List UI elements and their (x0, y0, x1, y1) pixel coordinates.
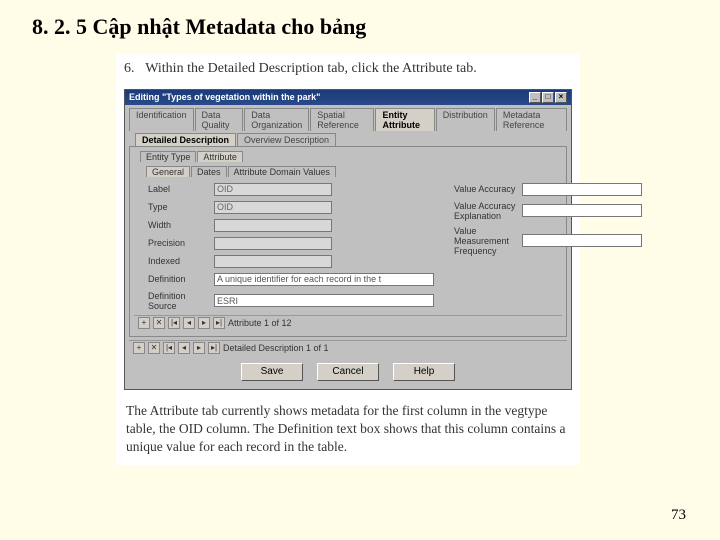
attribute-nav: + ✕ |◂ ◂ ▸ ▸| Attribute 1 of 12 (134, 315, 562, 330)
width-field[interactable] (214, 219, 332, 232)
dialog-title: Editing "Types of vegetation within the … (129, 92, 320, 102)
label-field[interactable] (214, 183, 332, 196)
entity-attribute-tabs: Entity Type Attribute (140, 151, 562, 162)
dialog-titlebar: Editing "Types of vegetation within the … (125, 90, 571, 105)
slide-title: 8. 2. 5 Cập nhật Metadata cho bảng (0, 0, 720, 40)
figure-container: 6. Within the Detailed Description tab, … (116, 54, 580, 465)
tab-attribute-domain-values[interactable]: Attribute Domain Values (228, 166, 336, 177)
tab-entity-attribute[interactable]: Entity Attribute (375, 108, 434, 131)
description-nav: + ✕ |◂ ◂ ▸ ▸| Detailed Description 1 of … (129, 340, 567, 355)
metadata-dialog: Editing "Types of vegetation within the … (124, 89, 572, 390)
dialog-buttons: Save Cancel Help (125, 357, 571, 389)
value-measurement-frequency-field[interactable] (522, 234, 642, 247)
nav-first-icon[interactable]: |◂ (168, 317, 180, 329)
tab-identification[interactable]: Identification (129, 108, 194, 131)
nav2-delete-icon[interactable]: ✕ (148, 342, 160, 354)
minimize-icon[interactable]: _ (529, 92, 541, 103)
attribute-counter: Attribute 1 of 12 (228, 318, 292, 328)
save-button[interactable]: Save (241, 363, 303, 381)
tab-dates[interactable]: Dates (191, 166, 227, 177)
tab-distribution[interactable]: Distribution (436, 108, 495, 131)
nav-prev-icon[interactable]: ◂ (183, 317, 195, 329)
nav-add-icon[interactable]: + (138, 317, 150, 329)
precision-field[interactable] (214, 237, 332, 250)
tab-attribute[interactable]: Attribute (197, 151, 243, 162)
description-counter: Detailed Description 1 of 1 (223, 343, 329, 353)
value-accuracy-field[interactable] (522, 183, 642, 196)
type-field[interactable] (214, 201, 332, 214)
label-precision: Precision (148, 238, 210, 248)
right-column: Value Accuracy Value Accuracy Explanatio… (454, 183, 642, 311)
maximize-icon[interactable]: □ (542, 92, 554, 103)
figure-caption: The Attribute tab currently shows metada… (116, 390, 580, 465)
label-width: Width (148, 220, 210, 230)
label-value-accuracy: Value Accuracy (454, 184, 518, 194)
label-label: Label (148, 184, 210, 194)
label-definition-source: Definition Source (148, 291, 210, 311)
step-number: 6. (124, 60, 142, 79)
tab-data-organization[interactable]: Data Organization (244, 108, 309, 131)
tab-data-quality[interactable]: Data Quality (195, 108, 244, 131)
value-accuracy-explanation-field[interactable] (522, 204, 642, 217)
indexed-field[interactable] (214, 255, 332, 268)
label-value-accuracy-explanation: Value Accuracy Explanation (454, 201, 518, 221)
nav-last-icon[interactable]: ▸| (213, 317, 225, 329)
definition-field[interactable] (214, 273, 434, 286)
tab-entity-type[interactable]: Entity Type (140, 151, 196, 162)
left-column: Label Type Width Precision Indexed Defin… (148, 183, 434, 311)
tab-general[interactable]: General (146, 166, 190, 177)
label-value-measurement-frequency: Value Measurement Frequency (454, 226, 518, 256)
nav2-prev-icon[interactable]: ◂ (178, 342, 190, 354)
instruction-step: 6. Within the Detailed Description tab, … (116, 54, 580, 89)
label-indexed: Indexed (148, 256, 210, 266)
tab-metadata-reference[interactable]: Metadata Reference (496, 108, 567, 131)
label-type: Type (148, 202, 210, 212)
nav2-first-icon[interactable]: |◂ (163, 342, 175, 354)
definition-source-field[interactable] (214, 294, 434, 307)
tab-overview-description[interactable]: Overview Description (237, 133, 336, 146)
nav2-next-icon[interactable]: ▸ (193, 342, 205, 354)
page-number: 73 (671, 507, 686, 524)
sub-tabstrip: Detailed Description Overview Descriptio… (125, 131, 571, 146)
attribute-panel: Entity Type Attribute General Dates Attr… (129, 146, 567, 337)
help-button[interactable]: Help (393, 363, 455, 381)
step-body: Within the Detailed Description tab, cli… (145, 61, 476, 76)
nav2-last-icon[interactable]: ▸| (208, 342, 220, 354)
close-icon[interactable]: × (555, 92, 567, 103)
cancel-button[interactable]: Cancel (317, 363, 379, 381)
form-area: Label Type Width Precision Indexed Defin… (134, 181, 562, 315)
attribute-subtabs: General Dates Attribute Domain Values (146, 166, 562, 177)
tab-detailed-description[interactable]: Detailed Description (135, 133, 236, 146)
tab-spatial-reference[interactable]: Spatial Reference (310, 108, 374, 131)
label-definition: Definition (148, 274, 210, 284)
nav-next-icon[interactable]: ▸ (198, 317, 210, 329)
nav2-add-icon[interactable]: + (133, 342, 145, 354)
nav-delete-icon[interactable]: ✕ (153, 317, 165, 329)
main-tabstrip: Identification Data Quality Data Organiz… (125, 105, 571, 131)
